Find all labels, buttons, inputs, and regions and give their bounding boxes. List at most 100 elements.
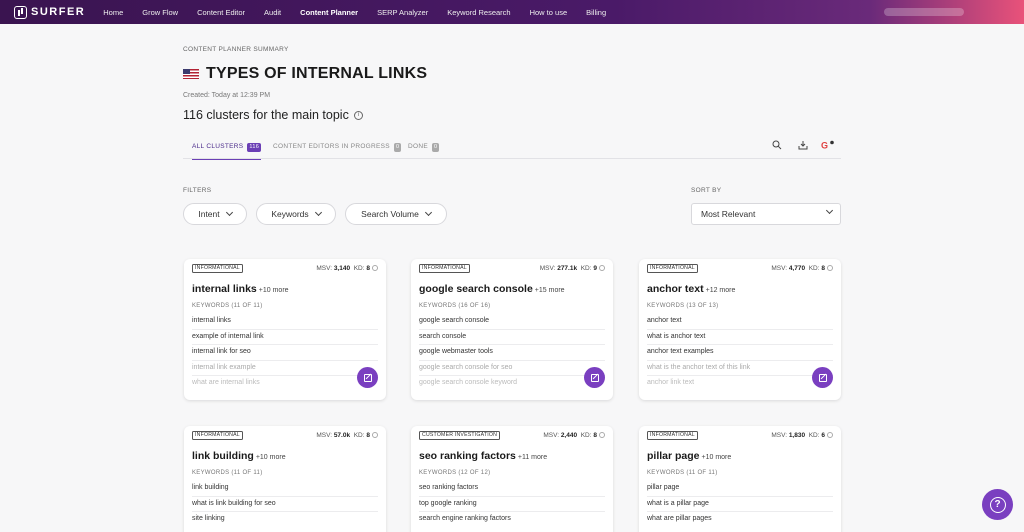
cluster-title: internal links +10 more bbox=[192, 283, 289, 295]
open-content-editor-button[interactable] bbox=[812, 367, 833, 388]
list-item: anchor link text bbox=[647, 379, 695, 386]
chevron-down-icon bbox=[424, 208, 432, 217]
user-account-menu[interactable] bbox=[884, 8, 964, 16]
keyword-list: pillar page what is a pillar page what a… bbox=[647, 481, 833, 528]
cluster-card[interactable]: INFORMATIONAL MSV: 1,830 KD: 6 pillar pa… bbox=[639, 426, 841, 532]
help-button[interactable]: ? bbox=[982, 489, 1013, 520]
tab-label: ALL CLUSTERS bbox=[192, 143, 244, 150]
cluster-card[interactable]: INFORMATIONAL MSV: 3,140 KD: 8 internal … bbox=[184, 259, 386, 400]
tabs-bar: ALL CLUSTERS 116 CONTENT EDITORS IN PROG… bbox=[183, 143, 841, 160]
cluster-card[interactable]: CUSTOMER INVESTIGATION MSV: 2,440 KD: 8 … bbox=[411, 426, 613, 532]
list-item: search console bbox=[419, 330, 605, 345]
nav-item-content-editor[interactable]: Content Editor bbox=[197, 8, 245, 17]
keywords-count-label: KEYWORDS (11 OF 11) bbox=[647, 470, 718, 476]
info-icon[interactable] bbox=[827, 431, 833, 438]
intent-badge: INFORMATIONAL bbox=[419, 263, 470, 273]
card-header: INFORMATIONAL MSV: 3,140 KD: 8 bbox=[192, 263, 378, 273]
kd-value: 6 bbox=[821, 431, 825, 439]
info-icon[interactable]: i bbox=[353, 110, 363, 120]
open-content-editor-button[interactable] bbox=[357, 367, 378, 388]
card-header: CUSTOMER INVESTIGATION MSV: 2,440 KD: 8 bbox=[419, 430, 605, 440]
list-item: top google ranking bbox=[419, 497, 605, 512]
list-item: what is anchor text bbox=[647, 330, 833, 345]
more-keywords-count: +11 more bbox=[517, 454, 548, 461]
nav-item-keyword-research[interactable]: Keyword Research bbox=[447, 8, 510, 17]
list-item: what are internal links bbox=[192, 379, 260, 386]
info-icon[interactable] bbox=[599, 431, 605, 438]
chevron-down-icon bbox=[225, 208, 233, 217]
card-metrics: MSV: 3,140 KD: 8 bbox=[316, 265, 378, 272]
card-header: INFORMATIONAL MSV: 1,830 KD: 6 bbox=[647, 430, 833, 440]
tab-done[interactable]: DONE 0 bbox=[408, 143, 440, 159]
info-icon[interactable] bbox=[827, 264, 833, 271]
list-item: anchor text examples bbox=[647, 345, 833, 361]
keyword-list: link building what is link building for … bbox=[192, 481, 378, 528]
msv-value: 4,770 bbox=[788, 264, 806, 272]
tab-all-clusters[interactable]: ALL CLUSTERS 116 bbox=[192, 143, 262, 160]
kd-label: KD: bbox=[353, 431, 365, 439]
page-title: TYPES OF INTERNAL LINKS bbox=[206, 65, 428, 82]
search-icon[interactable] bbox=[771, 140, 783, 152]
keywords-filter[interactable]: Keywords bbox=[256, 203, 336, 225]
more-keywords-count: +10 more bbox=[255, 454, 286, 461]
nav-item-billing[interactable]: Billing bbox=[586, 8, 606, 17]
msv-value: 1,830 bbox=[788, 431, 806, 439]
list-item: seo ranking factors bbox=[419, 481, 605, 497]
nav-item-how-to-use[interactable]: How to use bbox=[530, 8, 568, 17]
nav-item-home[interactable]: Home bbox=[103, 8, 123, 17]
msv-value: 3,140 bbox=[333, 264, 351, 272]
help-icon: ? bbox=[989, 496, 1006, 513]
google-icon[interactable]: G bbox=[821, 140, 834, 152]
keywords-count-label: KEYWORDS (11 OF 11) bbox=[192, 303, 263, 309]
kd-value: 8 bbox=[821, 264, 825, 272]
msv-label: MSV: bbox=[543, 431, 559, 439]
info-icon[interactable] bbox=[599, 264, 605, 271]
tab-content-editors-in-progress[interactable]: CONTENT EDITORS IN PROGRESS 0 bbox=[273, 143, 402, 159]
kd-label: KD: bbox=[353, 264, 365, 272]
open-content-editor-button[interactable] bbox=[584, 367, 605, 388]
clusters-summary: 116 clusters for the main topic i bbox=[183, 108, 363, 122]
surfer-logo[interactable]: SURFER bbox=[14, 5, 85, 19]
nav-item-content-planner[interactable]: Content Planner bbox=[300, 8, 358, 17]
list-item: example of internal link bbox=[192, 330, 378, 345]
chevron-down-icon bbox=[314, 208, 322, 217]
nav-item-serp-analyzer[interactable]: SERP Analyzer bbox=[377, 8, 428, 17]
cluster-main-keyword: anchor text bbox=[647, 283, 704, 295]
sort-label: SORT BY bbox=[691, 187, 722, 194]
kd-label: KD: bbox=[808, 431, 820, 439]
cluster-title: google search console +15 more bbox=[419, 283, 565, 295]
cluster-card[interactable]: INFORMATIONAL MSV: 4,770 KD: 8 anchor te… bbox=[639, 259, 841, 400]
cluster-card[interactable]: INFORMATIONAL MSV: 277.1k KD: 9 google s… bbox=[411, 259, 613, 400]
download-icon[interactable] bbox=[797, 140, 809, 152]
edit-icon bbox=[363, 373, 372, 382]
nav-item-audit[interactable]: Audit bbox=[264, 8, 281, 17]
list-item: link building bbox=[192, 481, 378, 497]
kd-label: KD: bbox=[580, 264, 592, 272]
search-volume-filter[interactable]: Search Volume bbox=[345, 203, 447, 225]
tab-count-badge: 0 bbox=[393, 143, 402, 152]
filters-label: FILTERS bbox=[183, 187, 212, 194]
intent-badge: CUSTOMER INVESTIGATION bbox=[419, 430, 501, 440]
intent-filter[interactable]: Intent bbox=[183, 203, 247, 225]
list-item: google search console keyword bbox=[419, 379, 518, 386]
svg-text:G: G bbox=[821, 141, 828, 151]
info-icon[interactable] bbox=[372, 264, 378, 271]
info-icon[interactable] bbox=[372, 431, 378, 438]
kd-label: KD: bbox=[580, 431, 592, 439]
us-flag-icon bbox=[183, 69, 199, 79]
cluster-title: link building +10 more bbox=[192, 450, 286, 462]
more-keywords-count: +10 more bbox=[701, 454, 732, 461]
kd-value: 8 bbox=[366, 264, 370, 272]
keywords-count-label: KEYWORDS (16 OF 16) bbox=[419, 303, 491, 309]
list-item: anchor text bbox=[647, 314, 833, 330]
msv-label: MSV: bbox=[316, 431, 332, 439]
cluster-card[interactable]: INFORMATIONAL MSV: 57.0k KD: 8 link buil… bbox=[184, 426, 386, 532]
clusters-count: 116 clusters for the main topic bbox=[183, 108, 349, 122]
kd-value: 8 bbox=[366, 431, 370, 439]
list-item: what is the anchor text of this link bbox=[647, 361, 833, 376]
card-metrics: MSV: 277.1k KD: 9 bbox=[540, 265, 605, 272]
nav-item-grow-flow[interactable]: Grow Flow bbox=[142, 8, 178, 17]
sort-select[interactable]: Most Relevant bbox=[691, 203, 841, 225]
list-item: what is a pillar page bbox=[647, 497, 833, 512]
edit-icon bbox=[818, 373, 827, 382]
